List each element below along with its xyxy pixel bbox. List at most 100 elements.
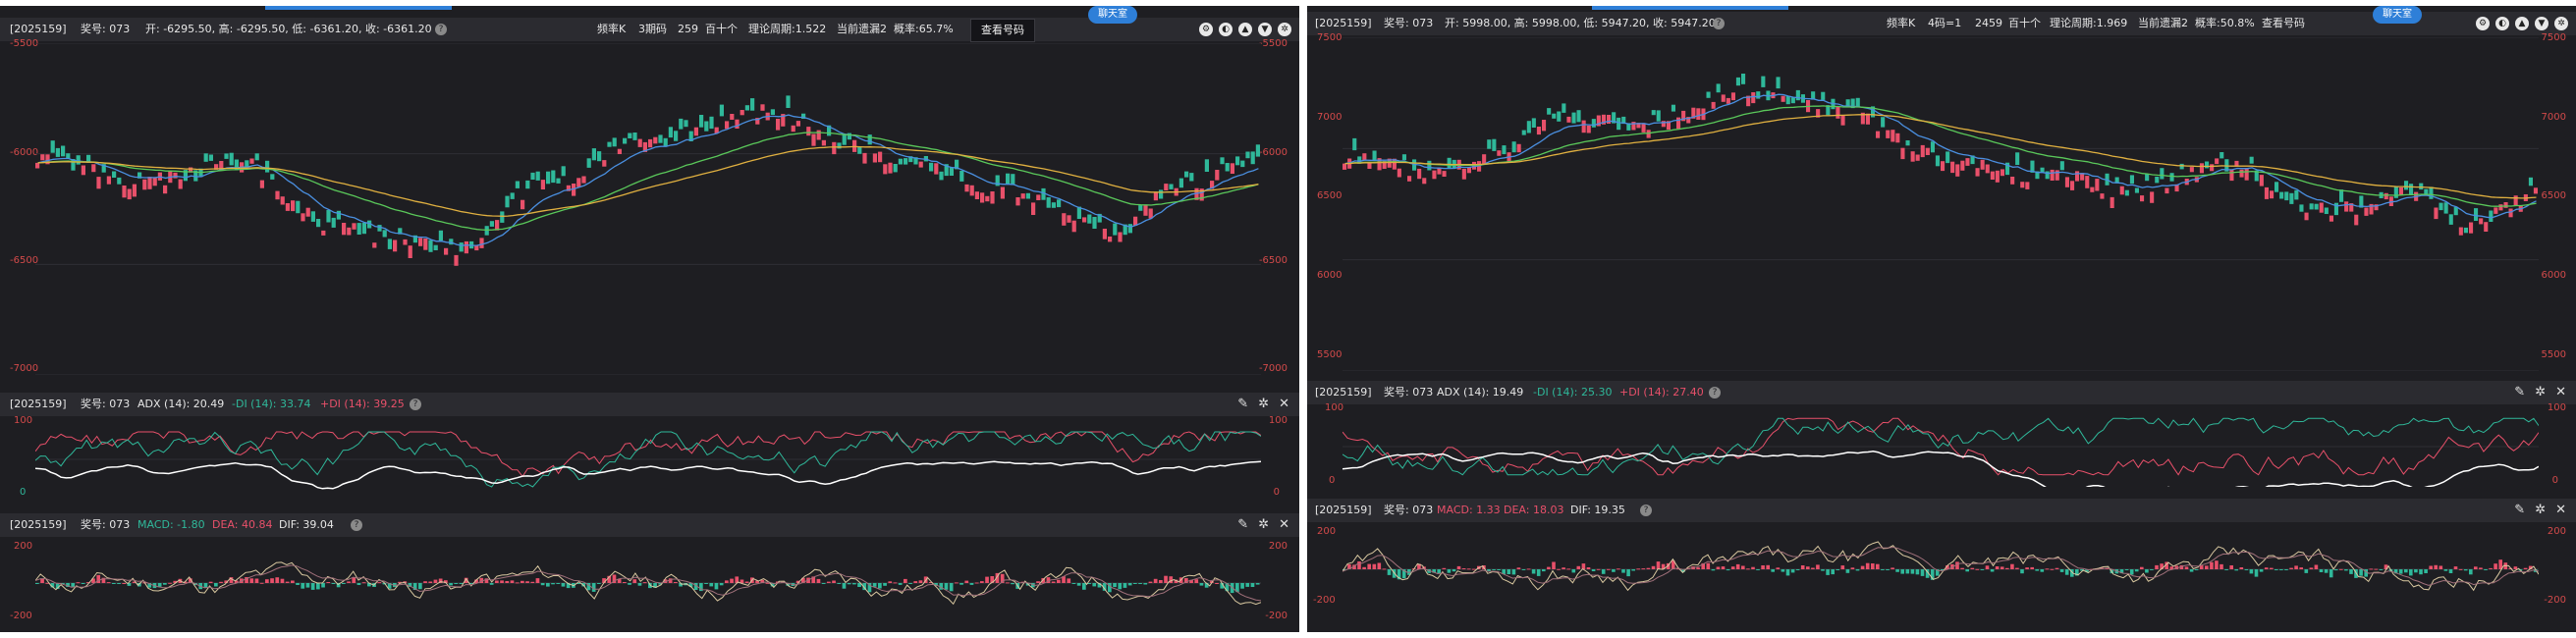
settings-icon[interactable]: ⚙ <box>1199 23 1213 36</box>
help-icon[interactable]: ? <box>405 393 421 416</box>
candle <box>1447 157 1452 169</box>
gear-icon[interactable]: ✲ <box>1278 23 1291 36</box>
candle <box>1118 232 1123 242</box>
up-arrow-icon[interactable]: ▲ <box>2515 17 2529 30</box>
candle <box>663 137 668 147</box>
contrast-icon[interactable]: ◐ <box>2495 17 2509 30</box>
candle <box>668 127 673 138</box>
down-arrow-icon[interactable]: ▼ <box>2535 17 2549 30</box>
candle <box>270 174 275 180</box>
macd-bar <box>1215 583 1219 584</box>
candle <box>2075 171 2080 182</box>
macd-bar <box>270 578 274 583</box>
candle <box>147 177 152 189</box>
macd-bar <box>765 582 770 584</box>
macd-tick-label: 200 <box>1317 526 1337 537</box>
candle <box>1417 168 1422 180</box>
candle <box>127 188 132 200</box>
candle <box>1576 110 1581 123</box>
macd-bar <box>2404 569 2408 573</box>
pin-icon[interactable]: ✎ <box>1237 517 1248 533</box>
settings-icon[interactable]: ✲ <box>2535 503 2546 518</box>
close-icon[interactable]: ✕ <box>2555 503 2566 518</box>
down-arrow-icon[interactable]: ▼ <box>1258 23 1272 36</box>
candle <box>1006 173 1011 185</box>
candle <box>1651 110 1656 116</box>
macd-bar <box>893 582 898 584</box>
candle <box>674 131 679 141</box>
candle <box>2169 173 2174 182</box>
candle <box>648 138 653 148</box>
y-tick-label: -5500 <box>10 38 39 49</box>
candle <box>1169 184 1174 189</box>
macd-bar <box>203 583 208 588</box>
candle <box>1617 117 1621 131</box>
candle <box>530 172 535 180</box>
pane-controls: ✎ ✲ ✕ <box>1237 397 1289 412</box>
candle <box>2309 203 2314 210</box>
dea-value: DEA: 40.84 <box>212 518 273 531</box>
macd-bar <box>2234 569 2238 571</box>
chat-room-button[interactable]: 聊天室 <box>2373 6 2422 24</box>
candle <box>173 172 178 179</box>
macd-bar <box>1367 563 1371 569</box>
settings-icon[interactable]: ⚙ <box>2476 17 2490 30</box>
candle <box>1487 139 1492 149</box>
candle <box>1941 161 1946 172</box>
macd-bar <box>2184 566 2189 569</box>
candle <box>2419 183 2424 190</box>
pin-icon[interactable]: ✎ <box>1237 397 1248 412</box>
help-icon[interactable]: ? <box>430 18 447 41</box>
macd-bar <box>1840 565 1845 569</box>
up-arrow-icon[interactable]: ▲ <box>1238 23 1252 36</box>
macd-bar <box>1910 569 1915 574</box>
pin-icon[interactable]: ✎ <box>2514 385 2525 400</box>
info-positions: 百十个 <box>2008 17 2041 29</box>
candle <box>1876 131 1881 138</box>
candle <box>296 200 301 214</box>
prize-label: 奖号: 073 <box>81 518 131 531</box>
macd-bar <box>500 580 504 583</box>
help-icon[interactable]: ? <box>1708 12 1725 35</box>
help-icon[interactable]: ? <box>1635 499 1652 522</box>
macd-bar <box>1607 568 1611 570</box>
candle <box>2085 176 2090 188</box>
view-numbers-button[interactable]: 查看号码 <box>970 19 1035 42</box>
close-icon[interactable]: ✕ <box>1279 397 1289 412</box>
close-icon[interactable]: ✕ <box>2555 385 2566 400</box>
candle <box>2463 227 2468 234</box>
help-icon[interactable]: ? <box>346 513 362 537</box>
macd-bar <box>2045 568 2050 570</box>
pin-icon[interactable]: ✎ <box>2514 503 2525 518</box>
macd-bar <box>1601 569 1606 574</box>
info-cycle: 理论周期:1.969 <box>2050 17 2128 29</box>
settings-icon[interactable]: ✲ <box>1258 517 1269 533</box>
candle <box>2264 186 2269 199</box>
macd-bar <box>1118 583 1123 590</box>
y-tick-label: 7000 <box>1317 112 1343 123</box>
contrast-icon[interactable]: ◐ <box>1219 23 1233 36</box>
chat-room-button[interactable]: 聊天室 <box>1088 6 1137 24</box>
macd-bar <box>1960 567 1964 569</box>
view-numbers-button[interactable]: 查看号码 <box>2262 12 2305 35</box>
candle <box>280 196 285 205</box>
macd-bar <box>847 583 851 585</box>
settings-icon[interactable]: ✲ <box>1258 397 1269 412</box>
macd-bar <box>1372 563 1377 569</box>
candle <box>1536 127 1541 135</box>
candle <box>2409 184 2414 195</box>
macd-bar <box>2224 569 2228 570</box>
candle <box>1442 171 1447 177</box>
macd-bar <box>168 582 172 584</box>
settings-icon[interactable]: ✲ <box>2535 385 2546 400</box>
candle <box>658 134 663 143</box>
candle <box>1671 104 1675 112</box>
help-icon[interactable]: ? <box>1704 381 1721 404</box>
candle <box>2090 186 2095 192</box>
gear-icon[interactable]: ✲ <box>2554 17 2568 30</box>
candle <box>2140 195 2145 202</box>
candle <box>2055 170 2059 181</box>
candle <box>1531 118 1536 128</box>
candle <box>1492 138 1497 151</box>
close-icon[interactable]: ✕ <box>1279 517 1289 533</box>
